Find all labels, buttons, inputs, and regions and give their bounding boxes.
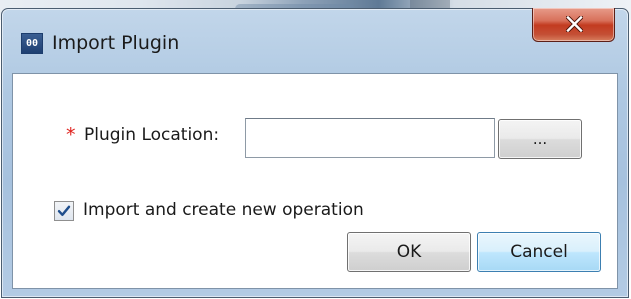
window-title: Import Plugin xyxy=(52,32,180,54)
cancel-button[interactable]: Cancel xyxy=(477,232,601,272)
plugin-location-input[interactable] xyxy=(245,118,495,158)
screen: 00 Import Plugin * Plugin Location: ... … xyxy=(0,0,631,299)
close-x-icon xyxy=(566,16,583,32)
checkmark-icon xyxy=(57,205,71,216)
required-marker: * xyxy=(66,124,76,146)
import-create-checkbox[interactable] xyxy=(54,201,74,221)
close-button[interactable] xyxy=(532,8,615,42)
title-bar[interactable]: 00 Import Plugin xyxy=(2,8,628,74)
import-create-label[interactable]: Import and create new operation xyxy=(83,198,364,222)
import-plugin-dialog: 00 Import Plugin * Plugin Location: ... … xyxy=(1,8,629,298)
browse-button[interactable]: ... xyxy=(498,119,582,159)
dialog-content: * Plugin Location: ... Import and create… xyxy=(12,73,618,289)
plugin-location-label: Plugin Location: xyxy=(84,125,220,145)
ok-button[interactable]: OK xyxy=(347,232,471,272)
app-icon: 00 xyxy=(21,33,43,54)
